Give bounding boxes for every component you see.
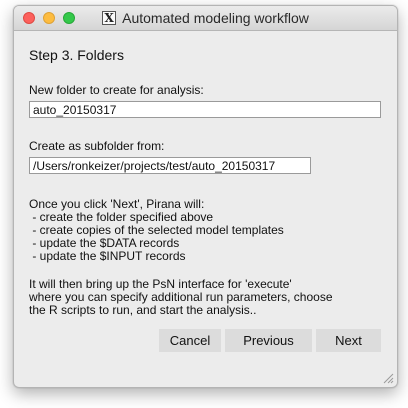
resize-grip-icon[interactable] [383,373,394,384]
followup-text: It will then bring up the PsN interface … [29,278,333,317]
previous-button[interactable]: Previous [225,329,312,352]
subfolder-input[interactable] [29,157,311,174]
title-group: X Automated modeling workflow [14,6,397,30]
step-title: Step 3. Folders [29,47,124,63]
next-button[interactable]: Next [316,329,381,352]
action-line: - update the $INPUT records [29,249,186,263]
action-list: Once you click 'Next', Pirana will: - cr… [29,198,284,263]
window-title: Automated modeling workflow [122,10,309,26]
dialog-window: X Automated modeling workflow Step 3. Fo… [13,5,398,388]
x11-icon: X [102,11,117,25]
followup-line: the R scripts to run, and start the anal… [29,303,257,317]
subfolder-label: Create as subfolder from: [29,139,165,153]
new-folder-input[interactable] [29,101,381,118]
cancel-button[interactable]: Cancel [159,329,221,352]
new-folder-label: New folder to create for analysis: [29,83,204,97]
title-bar[interactable]: X Automated modeling workflow [14,6,397,31]
